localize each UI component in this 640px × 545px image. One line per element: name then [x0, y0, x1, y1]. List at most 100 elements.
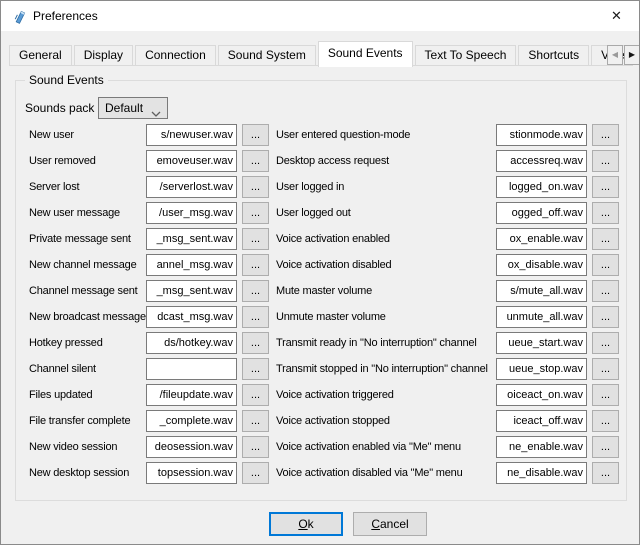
sound-file-input[interactable] [496, 384, 587, 406]
sound-file-input[interactable] [496, 150, 587, 172]
event-label: Files updated [29, 384, 92, 406]
sound-file-input[interactable] [146, 202, 237, 224]
sound-file-input[interactable] [146, 228, 237, 250]
sound-file-input[interactable] [496, 462, 587, 484]
browse-button[interactable]: ... [592, 176, 619, 198]
browse-button[interactable]: ... [242, 358, 269, 380]
browse-button[interactable]: ... [592, 358, 619, 380]
browse-button[interactable]: ... [592, 332, 619, 354]
tab-scroll-left-button[interactable]: ◀ [607, 45, 623, 65]
chevron-down-icon [151, 106, 161, 120]
sound-file-input[interactable] [146, 150, 237, 172]
browse-button[interactable]: ... [592, 436, 619, 458]
title-bar[interactable]: Preferences ✕ [1, 1, 639, 31]
browse-button[interactable]: ... [242, 202, 269, 224]
browse-button[interactable]: ... [242, 410, 269, 432]
sound-file-input[interactable] [146, 176, 237, 198]
event-label: Channel message sent [29, 280, 138, 302]
event-label: User removed [29, 150, 96, 172]
browse-button[interactable]: ... [242, 228, 269, 250]
tab-text-to-speech[interactable]: Text To Speech [415, 45, 517, 65]
sounds-pack-select[interactable]: Default [98, 97, 168, 119]
event-label: Voice activation enabled [276, 228, 390, 250]
browse-button[interactable]: ... [242, 436, 269, 458]
browse-button[interactable]: ... [242, 254, 269, 276]
sound-file-input[interactable] [146, 124, 237, 146]
event-label: New user message [29, 202, 120, 224]
browse-button[interactable]: ... [592, 228, 619, 250]
browse-button[interactable]: ... [242, 384, 269, 406]
browse-button[interactable]: ... [242, 124, 269, 146]
browse-button[interactable]: ... [592, 410, 619, 432]
sound-file-input[interactable] [496, 306, 587, 328]
close-icon: ✕ [611, 8, 622, 23]
browse-button[interactable]: ... [242, 462, 269, 484]
cancel-button[interactable]: Cancel [353, 512, 427, 536]
sound-file-input[interactable] [496, 280, 587, 302]
browse-button[interactable]: ... [592, 254, 619, 276]
sound-file-input[interactable] [146, 462, 237, 484]
browse-button[interactable]: ... [592, 202, 619, 224]
sound-file-input[interactable] [496, 436, 587, 458]
sound-file-input[interactable] [496, 410, 587, 432]
preferences-dialog: Preferences ✕ GeneralDisplayConnectionSo… [0, 0, 640, 545]
tab-strip: GeneralDisplayConnectionSound SystemSoun… [9, 41, 640, 67]
event-label: User logged out [276, 202, 351, 224]
window-title: Preferences [33, 1, 98, 31]
browse-button[interactable]: ... [242, 306, 269, 328]
event-label: Mute master volume [276, 280, 372, 302]
event-label: New video session [29, 436, 117, 458]
event-label: Voice activation stopped [276, 410, 390, 432]
sound-file-input[interactable] [146, 436, 237, 458]
browse-button[interactable]: ... [242, 176, 269, 198]
event-label: New user [29, 124, 74, 146]
sound-file-input[interactable] [146, 332, 237, 354]
browse-button[interactable]: ... [592, 124, 619, 146]
chevron-left-icon: ◀ [612, 50, 618, 59]
sound-file-input[interactable] [496, 254, 587, 276]
browse-button[interactable]: ... [592, 384, 619, 406]
tab-sound-system[interactable]: Sound System [218, 45, 316, 65]
sound-file-input[interactable] [496, 202, 587, 224]
event-label: Transmit stopped in "No interruption" ch… [276, 358, 488, 380]
sound-file-input[interactable] [496, 124, 587, 146]
sound-file-input[interactable] [496, 228, 587, 250]
sound-file-input[interactable] [146, 306, 237, 328]
sounds-pack-value: Default [105, 98, 143, 118]
event-label: New desktop session [29, 462, 129, 484]
browse-button[interactable]: ... [592, 280, 619, 302]
chevron-right-icon: ▶ [629, 50, 635, 59]
event-label: Channel silent [29, 358, 96, 380]
sound-file-input[interactable] [146, 280, 237, 302]
ok-button[interactable]: Ok [269, 512, 343, 536]
tab-shortcuts[interactable]: Shortcuts [518, 45, 589, 65]
browse-button[interactable]: ... [592, 462, 619, 484]
browse-button[interactable]: ... [592, 306, 619, 328]
browse-button[interactable]: ... [242, 332, 269, 354]
event-label: Desktop access request [276, 150, 389, 172]
tab-display[interactable]: Display [74, 45, 133, 65]
browse-button[interactable]: ... [592, 150, 619, 172]
sound-file-input[interactable] [146, 254, 237, 276]
sound-file-input[interactable] [496, 176, 587, 198]
sound-file-input[interactable] [146, 410, 237, 432]
close-button[interactable]: ✕ [594, 1, 639, 31]
event-label: User logged in [276, 176, 344, 198]
browse-button[interactable]: ... [242, 280, 269, 302]
app-icon [11, 8, 27, 24]
sound-file-input[interactable] [146, 384, 237, 406]
event-label: Voice activation enabled via "Me" menu [276, 436, 461, 458]
tab-general[interactable]: General [9, 45, 72, 65]
tab-scroll-right-button[interactable]: ▶ [624, 45, 640, 65]
sound-file-input[interactable] [496, 332, 587, 354]
event-label: Voice activation triggered [276, 384, 394, 406]
tab-connection[interactable]: Connection [135, 45, 216, 65]
event-label: Private message sent [29, 228, 131, 250]
sound-file-input[interactable] [146, 358, 237, 380]
sound-file-input[interactable] [496, 358, 587, 380]
tab-sound-events[interactable]: Sound Events [318, 41, 413, 67]
event-label: Voice activation disabled via "Me" menu [276, 462, 463, 484]
event-label: Hotkey pressed [29, 332, 103, 354]
browse-button[interactable]: ... [242, 150, 269, 172]
event-label: File transfer complete [29, 410, 130, 432]
